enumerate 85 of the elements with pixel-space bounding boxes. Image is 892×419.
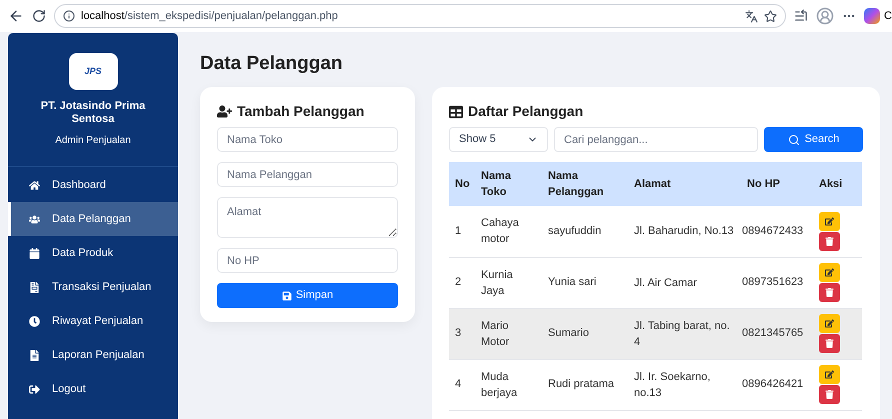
assistant-icon[interactable] [864,8,880,24]
column-header: No [449,162,475,206]
search-icon [788,134,800,146]
search-field[interactable]: Cari pelanggan... [554,127,758,152]
edit-icon [825,216,834,226]
edit-icon [825,268,834,277]
save-icon [282,290,292,300]
edit-icon [825,319,834,328]
trash-icon [825,339,834,348]
delete-button[interactable] [819,385,840,404]
sidebar-item[interactable]: Riwayat Penjualan [8,304,178,338]
column-header: Alamat [628,162,741,206]
column-header: No HP [741,162,813,206]
clock-icon [29,316,40,326]
sidebar-item[interactable]: Transaksi Penjualan [8,270,178,304]
sidebar-item[interactable]: Logout [8,372,178,406]
calendar-icon [29,248,40,258]
reload-icon[interactable] [32,9,46,23]
role-label: Admin Penjualan [55,134,131,148]
edit-button[interactable] [819,263,840,282]
assistant-label[interactable]: C [884,8,892,24]
table-cell: 1 [449,206,475,257]
delete-button[interactable] [819,334,840,353]
table-cell: Muda berjaya [475,359,542,410]
show-select[interactable]: Show 5 [449,127,548,152]
table-cell: Jl. Tabing barat, no. 4 [628,308,741,359]
input-field[interactable]: No HP [217,248,398,273]
sidebar-item[interactable]: Dashboard [8,168,178,202]
table-cell: Yunia sari [542,257,628,308]
back-icon[interactable] [8,8,24,24]
table-cell: 0894672433 [741,206,813,257]
users-icon [29,214,40,224]
company-name: PT. Jotasindo Prima Sentosa [40,100,146,126]
table-cell: Jl. Baharudin, No.13 [628,206,741,257]
table-cell: 2 [449,257,475,308]
edit-button[interactable] [819,314,840,333]
column-header: Nama Pelanggan [542,162,628,206]
table-cell: 0821345765 [741,308,813,359]
sidebar-item[interactable]: Data Pelanggan [8,202,178,236]
search-button[interactable]: Search [764,127,863,152]
delete-button[interactable] [819,283,840,302]
edit-button[interactable] [819,365,840,384]
favorites-icon[interactable] [794,9,808,23]
edit-icon [825,370,834,379]
table-cell: sayufuddin [542,206,628,257]
file-icon [29,350,40,360]
table-cell: Kurnia Jaya [475,257,542,308]
trash-icon [825,236,834,246]
logo: JPS [68,53,118,90]
input-field[interactable]: Nama Toko [217,127,398,152]
column-header: Nama Toko [475,162,542,206]
save-button[interactable]: Simpan [217,283,398,308]
edit-button[interactable] [819,212,840,231]
info-icon[interactable] [63,10,75,22]
sidebar-item[interactable]: Laporan Penjualan [8,338,178,372]
table-title: Daftar Pelanggan [468,102,584,121]
sidebar-item[interactable]: Data Produk [8,236,178,270]
trash-icon [825,390,834,399]
address-field[interactable]: Alamat [217,197,398,238]
table-cell: 0896426421 [741,359,813,410]
table-icon [449,104,463,118]
table-cell: Jl. Air Camar [628,257,741,308]
star-icon[interactable] [764,10,778,22]
table-cell: Rudi pratama [542,359,628,410]
form-title: Tambah Pelanggan [237,102,364,121]
delete-button[interactable] [819,232,840,251]
table-cell: 3 [449,308,475,359]
url-text: localhost/sistem_ekspedisi/penjualan/pelanggan.php [81,8,338,24]
document-icon [29,282,40,292]
page-title: Data Pelanggan [200,52,344,76]
table-cell: Mario Motor [475,308,542,359]
table-cell: 4 [449,359,475,410]
column-header: Aksi [813,162,862,206]
table-cell: 0897351623 [741,257,813,308]
table-cell: Jl. Ir. Soekarno, no.13 [628,359,741,410]
address-bar[interactable]: localhost/sistem_ekspedisi/penjualan/pelanggan.php [54,4,786,28]
add-user-icon [217,104,232,119]
input-field[interactable]: Nama Pelanggan [217,162,398,187]
table-cell: Sumario [542,308,628,359]
profile-icon[interactable] [816,7,834,25]
table-cell: Cahaya motor [475,206,542,257]
logout-icon [29,384,40,394]
translate-icon[interactable] [745,10,758,22]
home-icon [29,180,40,190]
trash-icon [825,288,834,297]
